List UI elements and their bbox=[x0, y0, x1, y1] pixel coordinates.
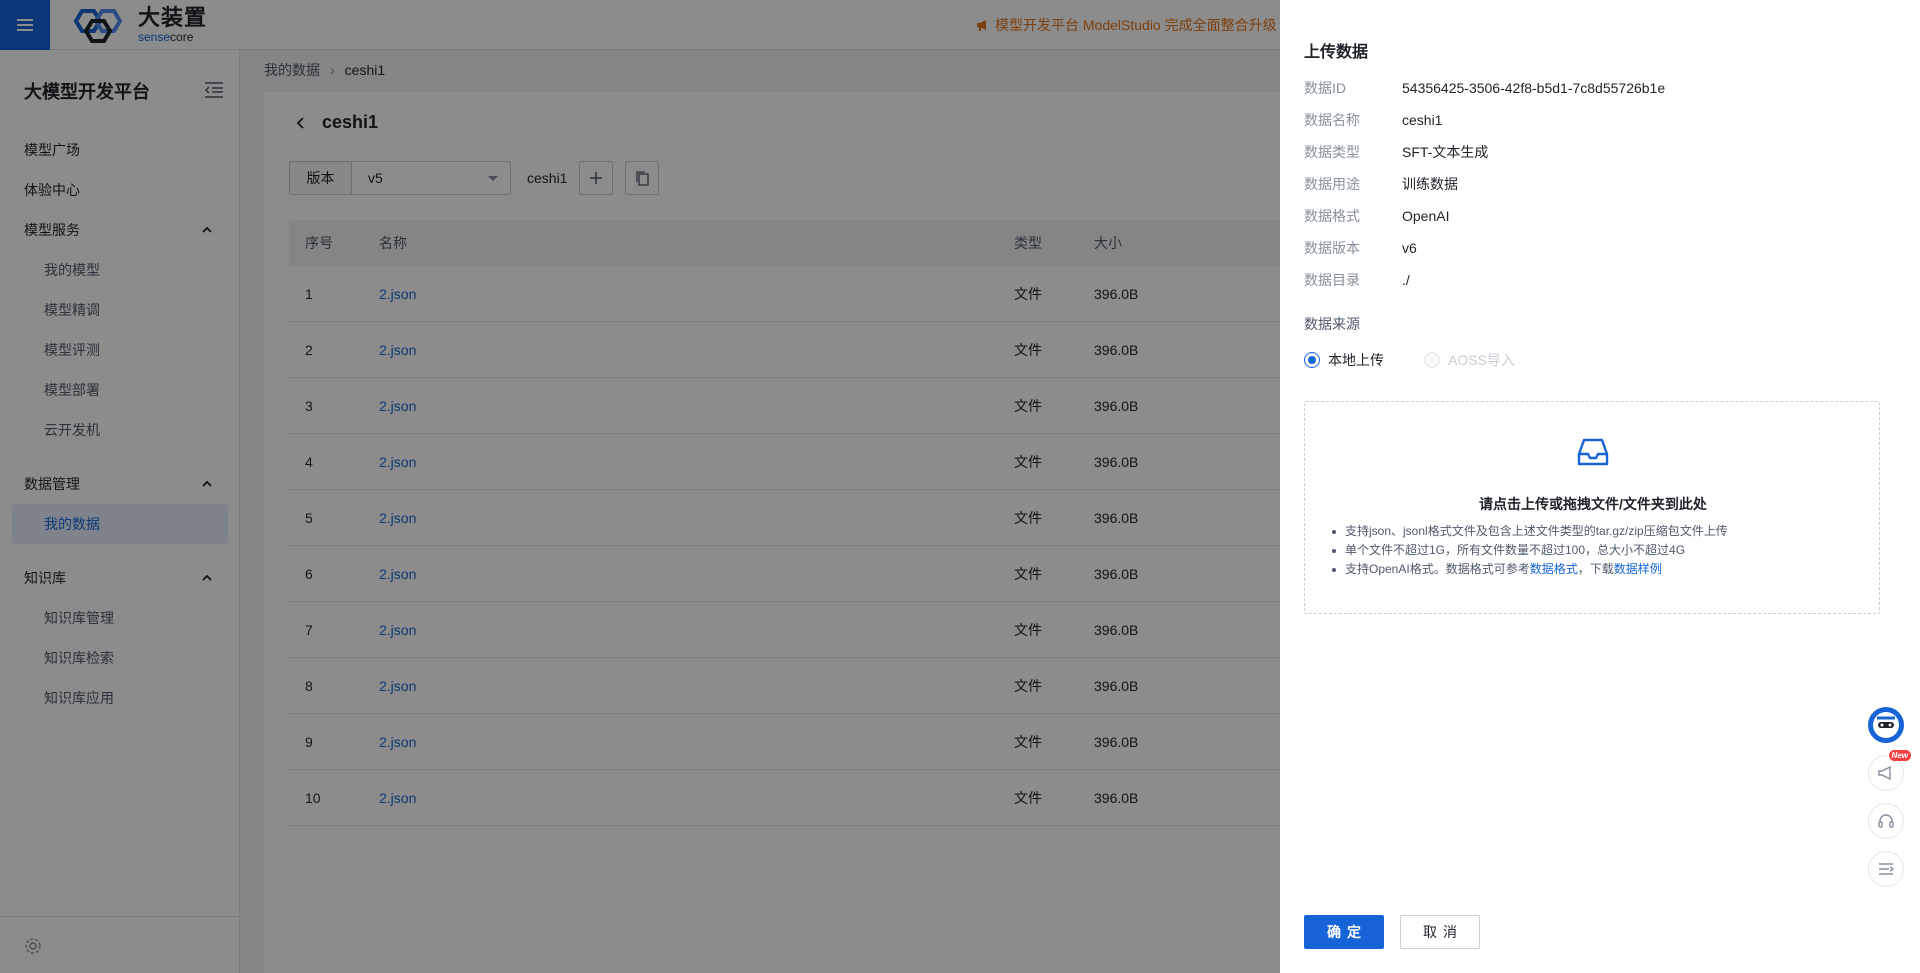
assistant-avatar[interactable] bbox=[1868, 707, 1904, 743]
confirm-button[interactable]: 确定 bbox=[1304, 915, 1384, 949]
info-key: 数据用途 bbox=[1304, 176, 1360, 192]
info-value: OpenAI bbox=[1402, 208, 1450, 224]
info-value: 54356425-3506-42f8-b5d1-7c8d55726b1e bbox=[1402, 80, 1666, 96]
toggle-panel-button[interactable] bbox=[1868, 851, 1904, 887]
megaphone-icon bbox=[1878, 765, 1891, 781]
radio-local-upload[interactable]: 本地上传 bbox=[1304, 350, 1384, 370]
info-value: ceshi1 bbox=[1402, 112, 1443, 128]
data-info-list: 数据ID 54356425-3506-42f8-b5d1-7c8d55726b1e… bbox=[1304, 72, 1665, 296]
info-value: ./ bbox=[1402, 272, 1410, 288]
inbox-icon bbox=[1577, 438, 1609, 466]
info-key: 数据ID bbox=[1304, 80, 1346, 96]
info-row: 数据目录 ./ bbox=[1304, 264, 1665, 296]
radio-dot bbox=[1304, 352, 1320, 368]
upload-drawer: 上传数据 数据ID 54356425-3506-42f8-b5d1-7c8d557… bbox=[1280, 0, 1920, 973]
drawer-footer: 确定 取消 bbox=[1304, 915, 1480, 949]
upload-tip: 支持json、jsonl格式文件及包含上述文件类型的tar.gz/zip压缩包文… bbox=[1329, 522, 1728, 541]
info-key: 数据版本 bbox=[1304, 240, 1360, 256]
headset-icon bbox=[1878, 814, 1894, 828]
cancel-button[interactable]: 取消 bbox=[1400, 915, 1480, 949]
upload-dropzone[interactable]: 请点击上传或拖拽文件/文件夹到此处 支持json、jsonl格式文件及包含上述文… bbox=[1304, 401, 1880, 614]
info-row: 数据格式 OpenAI bbox=[1304, 200, 1665, 232]
radio-label: 本地上传 bbox=[1328, 352, 1384, 368]
robot-icon bbox=[1873, 712, 1899, 738]
info-value: SFT-文本生成 bbox=[1402, 144, 1489, 160]
info-key: 数据格式 bbox=[1304, 208, 1360, 224]
data-format-link[interactable]: 数据格式 bbox=[1530, 562, 1578, 576]
modal-mask[interactable] bbox=[0, 0, 1280, 973]
new-badge: New bbox=[1888, 750, 1911, 761]
info-row: 数据ID 54356425-3506-42f8-b5d1-7c8d55726b1e bbox=[1304, 72, 1665, 104]
info-value: 训练数据 bbox=[1402, 176, 1458, 192]
drawer-title: 上传数据 bbox=[1304, 44, 1369, 61]
info-key: 数据类型 bbox=[1304, 144, 1360, 160]
info-key: 数据名称 bbox=[1304, 112, 1360, 128]
upload-tip: 单个文件不超过1G，所有文件数量不超过100，总大小不超过4G bbox=[1329, 541, 1728, 560]
info-row: 数据用途 训练数据 bbox=[1304, 168, 1665, 200]
data-sample-link[interactable]: 数据样例 bbox=[1614, 562, 1662, 576]
info-row: 数据版本 v6 bbox=[1304, 232, 1665, 264]
announcement-button[interactable]: New bbox=[1868, 750, 1911, 791]
upload-title: 请点击上传或拖拽文件/文件夹到此处 bbox=[1479, 496, 1707, 512]
list-collapse-icon bbox=[1879, 863, 1895, 875]
radio-aoss-import[interactable]: AOSS导入 bbox=[1424, 350, 1515, 370]
radio-dot bbox=[1424, 352, 1440, 368]
source-radio-group: 本地上传 AOSS导入 bbox=[1304, 350, 1515, 370]
source-label: 数据来源 bbox=[1304, 316, 1360, 332]
support-button[interactable] bbox=[1868, 803, 1904, 839]
radio-label: AOSS导入 bbox=[1448, 352, 1515, 368]
upload-tip: 支持OpenAI格式。数据格式可参考数据格式，下载数据样例 bbox=[1329, 560, 1728, 579]
info-row: 数据类型 SFT-文本生成 bbox=[1304, 136, 1665, 168]
info-key: 数据目录 bbox=[1304, 272, 1360, 288]
upload-tips: 支持json、jsonl格式文件及包含上述文件类型的tar.gz/zip压缩包文… bbox=[1329, 522, 1728, 579]
info-row: 数据名称 ceshi1 bbox=[1304, 104, 1665, 136]
info-value: v6 bbox=[1402, 240, 1417, 256]
